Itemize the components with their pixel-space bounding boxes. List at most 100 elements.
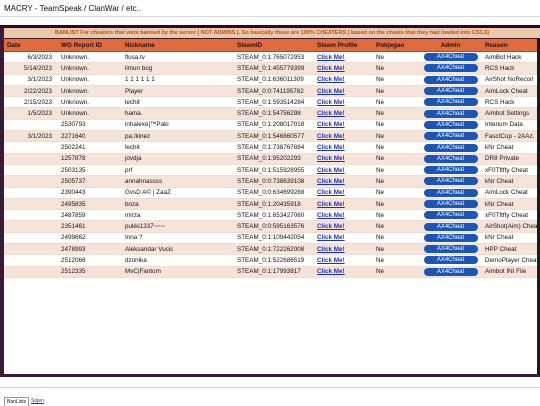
- admin-badge-button[interactable]: AX4Cheat: [423, 222, 478, 231]
- cell-steam-profile-link[interactable]: Click Me!: [314, 266, 373, 278]
- cell-wg-report-id: 2505737: [58, 175, 122, 188]
- cell-steam-profile-link[interactable]: Click Me!: [314, 209, 373, 222]
- cell-reason: Aimbot INI File: [482, 266, 540, 278]
- cell-steamid: STEAM_0:1:17993817: [234, 266, 314, 278]
- cell-steam-profile-link[interactable]: Click Me!: [314, 85, 373, 98]
- table-row: 2495835 boza STEAM_0:1:20435918 Click Me! Ne…: [4, 198, 540, 211]
- cell-steam-profile-link[interactable]: Click Me!: [314, 96, 373, 109]
- cell-wg-report-id: 2487859: [58, 209, 122, 222]
- cell-wg-report-id: 2271640: [58, 130, 122, 143]
- admin-badge-button[interactable]: AX4Cheat: [423, 143, 478, 152]
- table-row: 3/1/2023 2271640 pa./kinez STEAM_0:1:546860…: [4, 130, 540, 143]
- admin-badge-button[interactable]: AX4Cheat: [423, 53, 478, 62]
- admin-badge-button[interactable]: AX4Cheat: [423, 98, 478, 107]
- table-header-row: Date WG Report ID Nickname SteamID Steam…: [4, 39, 540, 52]
- cell-steam-profile-link[interactable]: Click Me!: [314, 254, 373, 267]
- cell-steam-profile-link[interactable]: Click Me!: [314, 74, 373, 86]
- admin-badge-button[interactable]: AX4Cheat: [423, 188, 478, 197]
- admin-badge-button[interactable]: AX4Cheat: [423, 267, 478, 276]
- cell-pobjegao: Ne: [373, 254, 419, 267]
- cell-steam-profile-link[interactable]: Click Me!: [314, 153, 373, 165]
- cell-steam-profile-link[interactable]: Click Me!: [314, 130, 373, 143]
- header-steamid[interactable]: SteamID: [234, 39, 314, 52]
- cell-steam-profile-link[interactable]: Click Me!: [314, 232, 373, 245]
- cell-steamid: STEAM_0:1:738767884: [234, 141, 314, 154]
- header-nickname[interactable]: Nickname: [122, 39, 234, 52]
- cell-date: [4, 209, 58, 222]
- header-pobjegao[interactable]: Pobjegao: [373, 39, 419, 52]
- banlist-table-container: Date WG Report ID Nickname SteamID Steam…: [4, 39, 540, 374]
- cell-pobjegao: Ne: [373, 266, 419, 278]
- cell-steam-profile-link[interactable]: Click Me!: [314, 164, 373, 177]
- admin-badge-button[interactable]: AX4Cheat: [423, 120, 478, 129]
- header-date[interactable]: Date: [4, 39, 58, 52]
- cell-wg-report-id: 2512335: [58, 266, 122, 278]
- sheet-tab-sojen[interactable]: Sojen: [29, 397, 46, 405]
- cell-reason: RCS Hack: [482, 96, 540, 109]
- cell-date: [4, 187, 58, 199]
- cell-pobjegao: Ne: [373, 51, 419, 64]
- cell-steamid: STEAM_0:0:738639108: [234, 175, 314, 188]
- admin-badge-button[interactable]: AX4Cheat: [423, 154, 478, 163]
- table-row: 6/3/2023 Unknown. flusa.tv STEAM_0:1:765072…: [4, 51, 540, 64]
- cell-admin: AX4Cheat: [419, 164, 482, 177]
- cell-steamid: STEAM_0:1:722262008: [234, 243, 314, 256]
- cell-steam-profile-link[interactable]: Click Me!: [314, 187, 373, 199]
- cell-admin: AX4Cheat: [419, 130, 482, 143]
- cell-reason: DR8 Private: [482, 153, 540, 165]
- cell-steam-profile-link[interactable]: Click Me!: [314, 220, 373, 233]
- admin-badge-button[interactable]: AX4Cheat: [423, 245, 478, 254]
- cell-steamid: STEAM_0:1:522686519: [234, 254, 314, 267]
- cell-nickname: prf: [122, 164, 234, 177]
- table-row: 2390443 GvsD A© | ZaaZ STEAM_0:0:634699288…: [4, 187, 540, 199]
- admin-badge-button[interactable]: AX4Cheat: [423, 200, 478, 208]
- cell-date: [4, 153, 58, 165]
- admin-badge-button[interactable]: AX4Cheat: [423, 211, 478, 220]
- cell-steamid: STEAM_0:1:54756298: [234, 107, 314, 120]
- admin-badge-button[interactable]: AX4Cheat: [423, 75, 478, 84]
- cell-reason: AimLock Cheat: [482, 187, 540, 199]
- admin-badge-button[interactable]: AX4Cheat: [423, 87, 478, 96]
- cell-reason: AirShot NoRecoil: [482, 74, 540, 86]
- header-admin[interactable]: Admin: [419, 39, 482, 52]
- cell-pobjegao: Ne: [373, 119, 419, 132]
- cell-steamid: STEAM_0:1:208017018: [234, 119, 314, 132]
- banlist-banner: BANLIST For cheaters that were banned by…: [4, 28, 540, 38]
- cell-nickname: jovdja: [122, 153, 234, 165]
- cell-admin: AX4Cheat: [419, 141, 482, 154]
- admin-badge-button[interactable]: AX4Cheat: [423, 233, 478, 242]
- cell-steamid: STEAM_0:1:546860577: [234, 130, 314, 143]
- cell-nickname: inhalexe|™Paki: [122, 119, 234, 132]
- cell-admin: AX4Cheat: [419, 232, 482, 245]
- cell-steam-profile-link[interactable]: Click Me!: [314, 119, 373, 132]
- cell-nickname: lechit: [122, 96, 234, 109]
- toolbar-gap: [0, 17, 540, 25]
- cell-steamid: STEAM_0:0:741195782: [234, 85, 314, 98]
- header-steam-profile[interactable]: Steam Profile: [314, 39, 373, 52]
- admin-badge-button[interactable]: AX4Cheat: [423, 256, 478, 265]
- cell-wg-report-id: Unknown.: [58, 74, 122, 86]
- cell-date: 1/5/2023: [4, 107, 58, 120]
- header-wg-report-id[interactable]: WG Report ID: [58, 39, 122, 52]
- admin-badge-button[interactable]: AX4Cheat: [423, 132, 478, 141]
- cell-steam-profile-link[interactable]: Click Me!: [314, 141, 373, 154]
- admin-badge-button[interactable]: AX4Cheat: [423, 64, 478, 73]
- cell-steamid: STEAM_0:1:20435918: [234, 198, 314, 211]
- table-row: 2351461 pukki1337~~~ STEAM_0:0:595163576 Cl…: [4, 220, 540, 233]
- cell-steam-profile-link[interactable]: Click Me!: [314, 198, 373, 211]
- cell-steam-profile-link[interactable]: Click Me!: [314, 51, 373, 64]
- cell-steam-profile-link[interactable]: Click Me!: [314, 175, 373, 188]
- cell-wg-report-id: Unknown.: [58, 62, 122, 75]
- header-reason[interactable]: Reason: [482, 39, 540, 52]
- cell-steam-profile-link[interactable]: Click Me!: [314, 243, 373, 256]
- cell-steam-profile-link[interactable]: Click Me!: [314, 62, 373, 75]
- table-row: 1257878 jovdja STEAM_0:1:95202293 Click Me!…: [4, 153, 540, 165]
- cell-steam-profile-link[interactable]: Click Me!: [314, 107, 373, 120]
- admin-badge-button[interactable]: AX4Cheat: [423, 177, 478, 186]
- cell-reason: kNr Cheat: [482, 141, 540, 154]
- admin-badge-button[interactable]: AX4Cheat: [423, 166, 478, 175]
- table-row: 2478993 Aleksandar Vucic STEAM_0:1:7222620…: [4, 243, 540, 256]
- cell-reason: kNr Cheat: [482, 198, 540, 211]
- admin-badge-button[interactable]: AX4Cheat: [423, 109, 478, 118]
- cell-admin: AX4Cheat: [419, 243, 482, 256]
